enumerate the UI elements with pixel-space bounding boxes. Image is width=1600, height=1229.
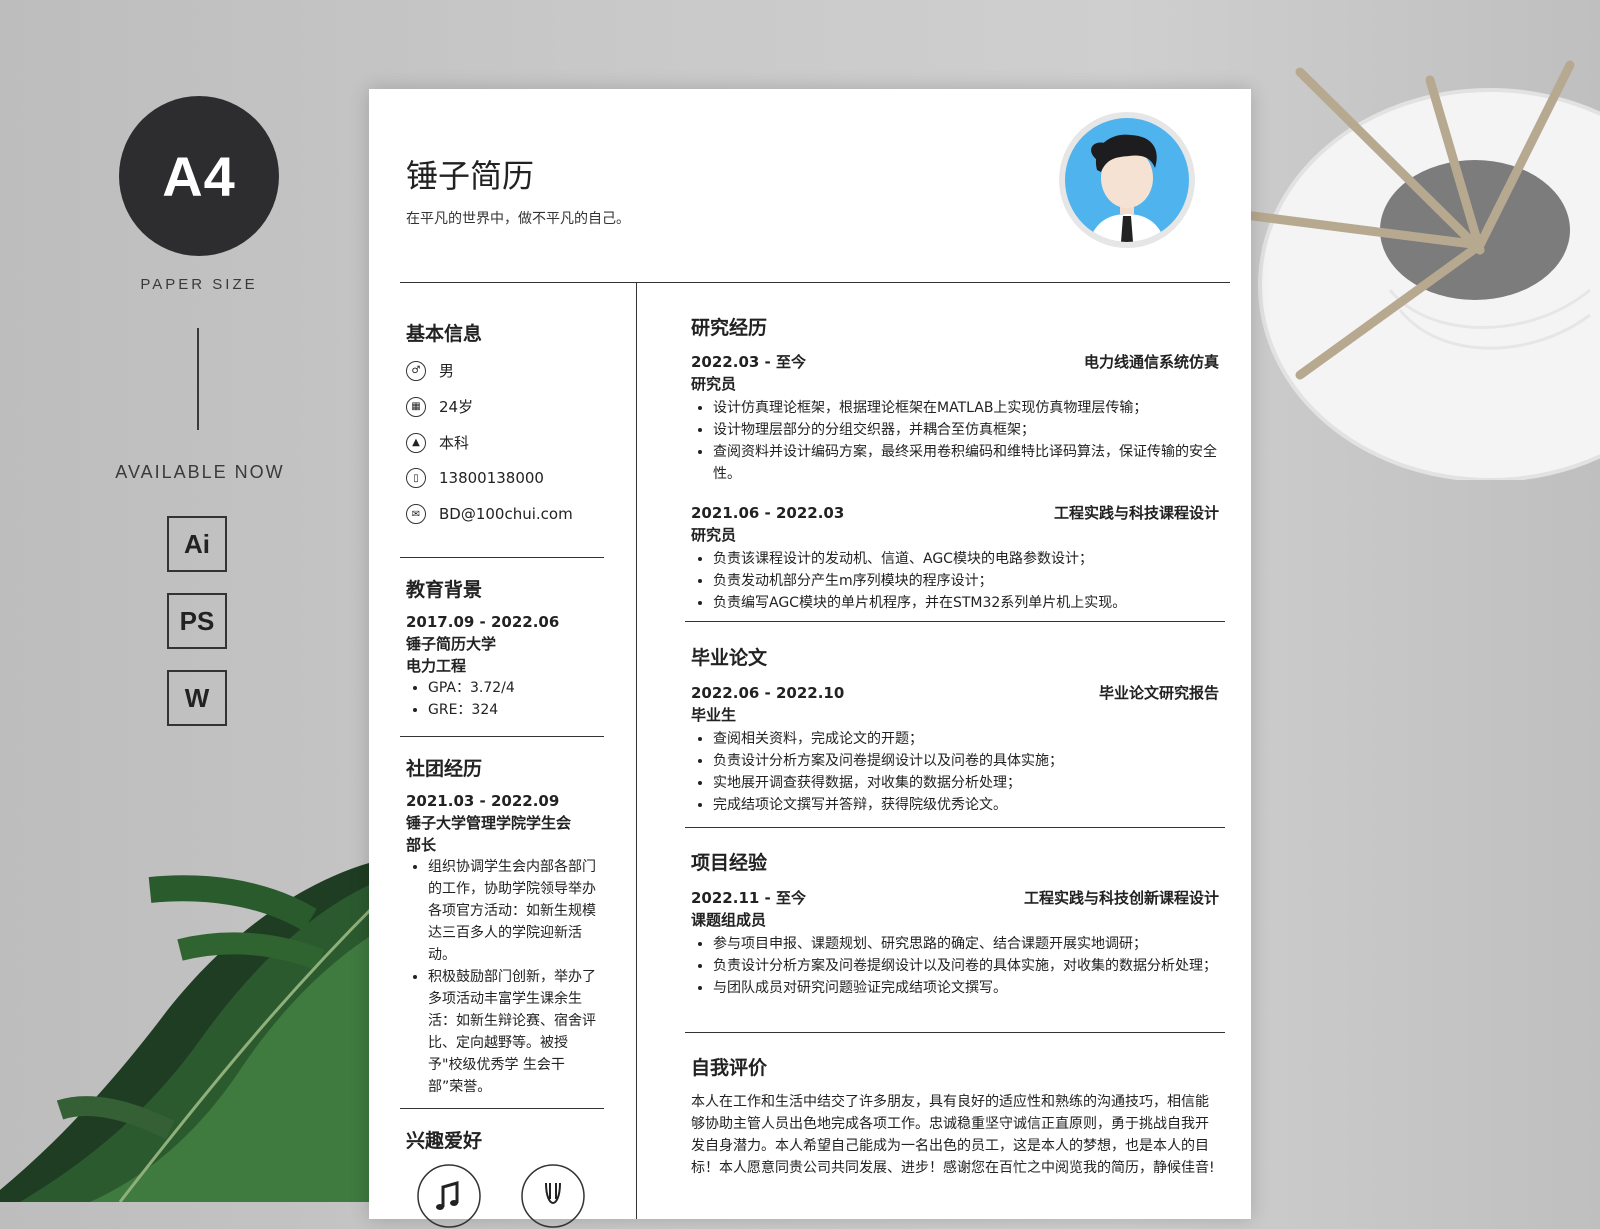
club-org: 锤子大学管理学院学生会 [406,814,572,832]
info-age: ▦ 24岁 [406,396,473,417]
club-date: 2021.03 - 2022.09 [406,792,560,810]
club-block: 2021.03 - 2022.09 锤子大学管理学院学生会 部长 组织协调学生会… [406,790,604,1098]
project-bullet: 参与项目申报、课题规划、研究思路的确定、结合课题开展实地调研； [713,933,1219,955]
education-title: 教育背景 [406,579,483,601]
info-age-text: 24岁 [439,398,474,416]
header-divider [400,282,1230,283]
sidebar-divider [400,736,604,737]
phone-icon: ▯ [406,468,426,488]
education-school: 锤子简历大学 [406,635,497,653]
sidebar-divider [400,557,604,558]
research-entry: 2022.03 - 至今 电力线通信系统仿真 研究员 设计仿真理论框架，根据理论… [691,351,1219,485]
research-role: 研究员 [691,526,737,544]
education-date: 2017.09 - 2022.06 [406,613,560,631]
main-divider [685,621,1225,622]
info-gender: ♂ 男 [406,360,454,381]
paper-size-caption: PAPER SIZE [140,276,258,293]
info-email-text: BD@100chui.com [439,505,573,523]
resume-name: 锤子简历 [406,157,535,195]
research-project: 电力线通信系统仿真 [1083,353,1219,371]
dance-icon [521,1164,585,1228]
research-bullet: 负责该课程设计的发动机、信道、AGC模块的电路参数设计； [713,548,1219,570]
club-title: 社团经历 [406,758,483,780]
project-name: 工程实践与科技创新课程设计 [1023,889,1219,907]
basic-info-title: 基本信息 [406,323,483,345]
education-major: 电力工程 [406,657,467,675]
thesis-title: 毕业论文 [691,647,768,669]
project-bullet: 与团队成员对研究问题验证完成结项论文撰写。 [713,977,1219,999]
research-project: 工程实践与科技课程设计 [1053,504,1219,522]
available-now-caption: AVAILABLE NOW [115,462,285,482]
mail-icon: ✉ [406,504,426,524]
info-phone: ▯ 13800138000 [406,468,544,488]
format-ai-badge: Ai [167,516,227,572]
education-gre: GRE：324 [428,699,604,721]
decor-divider [197,328,199,430]
thesis-role: 毕业生 [691,706,737,724]
music-icon [417,1164,481,1228]
resume-motto: 在平凡的世界中，做不平凡的自己。 [406,211,630,227]
thesis-bullet: 查阅相关资料，完成论文的开题； [713,728,1219,750]
education-block: 2017.09 - 2022.06 锤子简历大学 电力工程 GPA：3.72/4… [406,611,604,721]
info-degree: ▲ 本科 [406,432,469,453]
thesis-entry: 2022.06 - 2022.10 毕业论文研究报告 毕业生 查阅相关资料，完成… [691,682,1219,816]
resume-paper: 锤子简历 在平凡的世界中，做不平凡的自己。 基本信息 ♂ 男 ▦ 24岁 ▲ 本… [369,89,1251,1228]
research-bullet: 负责发动机部分产生m序列模块的程序设计； [713,570,1219,592]
self-eval-text: 本人在工作和生活中结交了许多朋友，具有良好的适应性和熟练的沟通技巧，相信能够协助… [691,1094,1215,1176]
project-title: 项目经验 [691,852,768,874]
sidebar-divider [400,1108,604,1109]
info-email: ✉ BD@100chui.com [406,504,573,524]
format-ps-badge: PS [167,593,227,649]
club-role: 部长 [406,836,437,854]
thesis-bullet: 完成结项论文撰写并答辩，获得院级优秀论文。 [713,794,1219,816]
thesis-date: 2022.06 - 2022.10 [691,684,845,702]
research-bullet: 设计物理层部分的分组交织器，并耦合至仿真框架； [713,419,1219,441]
paper-size-badge-label: A4 [162,144,236,208]
project-date: 2022.11 - 至今 [691,889,806,907]
project-entry: 2022.11 - 至今 工程实践与科技创新课程设计 课题组成员 参与项目申报、… [691,887,1219,999]
format-word-badge: W [167,670,227,726]
paper-size-badge: A4 [119,96,279,256]
project-role: 课题组成员 [691,911,767,929]
research-date: 2021.06 - 2022.03 [691,504,845,522]
research-date: 2022.03 - 至今 [691,353,806,371]
calendar-icon: ▦ [406,396,426,417]
research-bullet: 负责编写AGC模块的单片机程序，并在STM32系列单片机上实现。 [713,592,1219,614]
education-gpa: GPA：3.72/4 [428,677,604,699]
self-eval-title: 自我评价 [691,1057,768,1079]
avatar [1059,112,1195,248]
thesis-project: 毕业论文研究报告 [1098,684,1219,702]
project-bullet: 负责设计分析方案及问卷提纲设计以及问卷的具体实施，对收集的数据分析处理； [713,955,1219,977]
thesis-bullet: 实地展开调查获得数据，对收集的数据分析处理； [713,772,1219,794]
main-divider [685,827,1225,828]
club-bullet: 积极鼓励部门创新，举办了多项活动丰富学生课余生活：如新生辩论赛、宿舍评比、定向越… [428,966,600,1098]
gender-icon: ♂ [406,360,426,381]
vase-decoration-image [1240,60,1600,480]
main-divider [685,1032,1225,1033]
club-bullet: 组织协调学生会内部各部门的工作，协助学院领导举办各项官方活动：如新生规模达三百多… [428,856,600,966]
graduation-cap-icon: ▲ [406,432,426,453]
info-gender-text: 男 [439,362,455,380]
research-entry: 2021.06 - 2022.03 工程实践与科技课程设计 研究员 负责该课程设… [691,502,1219,614]
column-divider [636,283,637,1219]
research-title: 研究经历 [691,317,768,339]
info-degree-text: 本科 [439,434,470,452]
hobby-title: 兴趣爱好 [406,1130,483,1152]
monstera-leaf-image [0,860,380,1202]
research-bullet: 设计仿真理论框架，根据理论框架在MATLAB上实现仿真物理层传输； [713,397,1219,419]
thesis-bullet: 负责设计分析方案及问卷提纲设计以及问卷的具体实施； [713,750,1219,772]
research-role: 研究员 [691,375,737,393]
info-phone-text: 13800138000 [439,469,544,487]
research-bullet: 查阅资料并设计编码方案，最终采用卷积编码和维特比译码算法，保证传输的安全性。 [713,441,1219,485]
